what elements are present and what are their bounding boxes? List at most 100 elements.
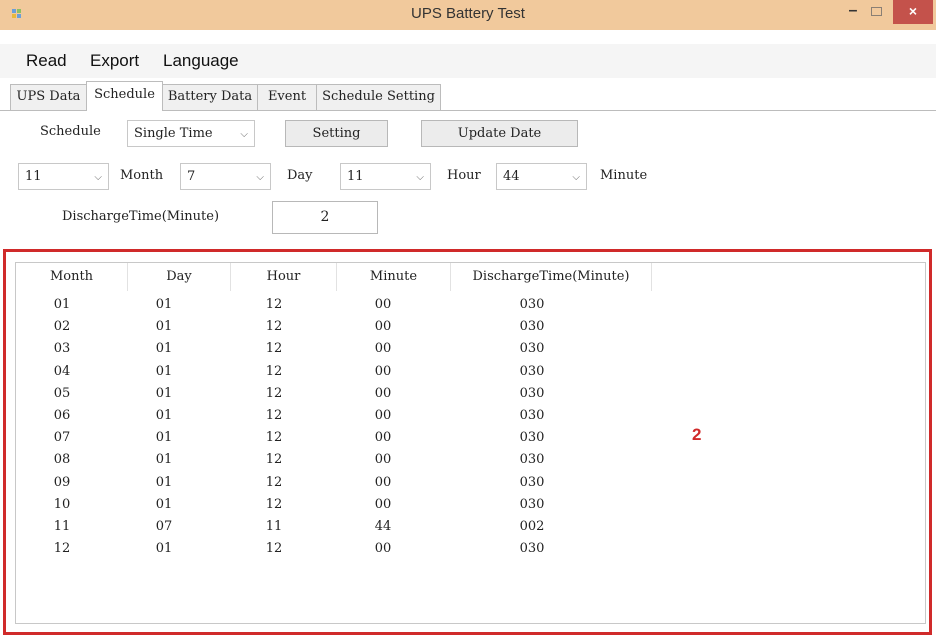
schedule-select-value: Single Time	[134, 126, 213, 141]
table-cell: 09	[53, 474, 71, 490]
schedule-table-highlight: Month Day Hour Minute DischargeTime(Minu…	[3, 249, 932, 635]
table-cell: 030	[519, 430, 545, 446]
month-label: Month	[120, 168, 164, 183]
column-header-minute[interactable]: Minute	[337, 263, 451, 291]
minute-select[interactable]: 44 ⌵	[496, 163, 587, 190]
table-row[interactable]: 11 07 11 44 002	[16, 516, 925, 538]
tab-schedule-setting[interactable]: Schedule Setting	[316, 84, 441, 110]
table-row[interactable]: 02 01 12 00 030	[16, 316, 925, 338]
table-cell: 12	[265, 430, 283, 446]
chevron-down-icon: ⌵	[416, 172, 424, 183]
table-cell: 12	[265, 496, 283, 512]
menu-read[interactable]: Read	[26, 51, 67, 71]
table-cell: 12	[53, 541, 71, 557]
table-cell: 030	[519, 541, 545, 557]
table-row[interactable]: 12 01 12 00 030	[16, 538, 925, 560]
update-date-button[interactable]: Update Date	[421, 120, 578, 147]
table-cell: 002	[519, 519, 545, 534]
month-select[interactable]: 11 ⌵	[18, 163, 109, 190]
title-bar: UPS Battery Test – ×	[0, 0, 936, 30]
callout-number: 2	[692, 425, 702, 444]
minute-label: Minute	[600, 168, 648, 183]
hour-label: Hour	[447, 168, 481, 183]
table-cell: 030	[519, 341, 545, 357]
discharge-time-label: DischargeTime(Minute)	[62, 209, 220, 224]
tab-strip: UPS Data Schedule Battery Data Event Sch…	[0, 80, 936, 111]
table-row[interactable]: 08 01 12 00 030	[16, 449, 925, 471]
maximize-button[interactable]	[866, 0, 886, 24]
table-cell: 00	[374, 385, 392, 401]
table-cell: 01	[155, 430, 173, 446]
table-cell: 030	[519, 319, 545, 335]
table-cell: 44	[374, 519, 392, 534]
table-cell: 030	[519, 452, 545, 468]
day-label: Day	[287, 168, 313, 183]
table-cell: 00	[374, 341, 392, 357]
schedule-table[interactable]: Month Day Hour Minute DischargeTime(Minu…	[15, 262, 926, 624]
table-cell: 00	[374, 430, 392, 446]
table-cell: 11	[265, 519, 283, 534]
table-cell: 00	[374, 541, 392, 557]
table-cell: 11	[53, 519, 71, 534]
table-row[interactable]: 05 01 12 00 030	[16, 383, 925, 405]
table-cell: 12	[265, 363, 283, 379]
table-cell: 12	[265, 297, 283, 312]
table-cell: 030	[519, 496, 545, 512]
table-cell: 01	[155, 408, 173, 423]
table-cell: 12	[265, 541, 283, 557]
table-cell: 07	[155, 519, 173, 534]
minute-select-value: 44	[503, 169, 520, 184]
table-cell: 12	[265, 319, 283, 335]
day-select-value: 7	[187, 169, 196, 184]
table-cell: 04	[53, 363, 71, 379]
table-row[interactable]: 07 01 12 00 030	[16, 427, 925, 449]
table-cell: 01	[155, 496, 173, 512]
close-button[interactable]: ×	[893, 0, 933, 24]
table-cell: 030	[519, 297, 545, 312]
table-cell: 030	[519, 408, 545, 423]
menu-export[interactable]: Export	[90, 51, 139, 71]
discharge-time-input[interactable]: 2	[272, 201, 378, 234]
table-cell: 00	[374, 452, 392, 468]
table-cell: 10	[53, 496, 71, 512]
table-row[interactable]: 10 01 12 00 030	[16, 494, 925, 516]
table-row[interactable]: 03 01 12 00 030	[16, 338, 925, 360]
table-cell: 05	[53, 385, 71, 401]
tab-battery-data[interactable]: Battery Data	[162, 84, 258, 110]
table-cell: 01	[155, 319, 173, 335]
chevron-down-icon: ⌵	[240, 129, 248, 140]
column-header-discharge-time[interactable]: DischargeTime(Minute)	[451, 263, 652, 291]
hour-select-value: 11	[347, 169, 364, 184]
column-header-day[interactable]: Day	[128, 263, 231, 291]
table-cell: 01	[155, 297, 173, 312]
schedule-select[interactable]: Single Time ⌵	[127, 120, 255, 147]
setting-button[interactable]: Setting	[285, 120, 388, 147]
table-cell: 030	[519, 385, 545, 401]
table-cell: 03	[53, 341, 71, 357]
window-title: UPS Battery Test	[411, 5, 525, 22]
table-row[interactable]: 01 01 12 00 030	[16, 294, 925, 316]
table-cell: 12	[265, 474, 283, 490]
table-cell: 01	[155, 341, 173, 357]
menu-language[interactable]: Language	[163, 51, 239, 71]
tab-schedule[interactable]: Schedule	[86, 81, 163, 111]
column-header-month[interactable]: Month	[16, 263, 128, 291]
tab-event[interactable]: Event	[257, 84, 317, 110]
table-cell: 00	[374, 297, 392, 312]
table-cell: 01	[155, 474, 173, 490]
table-row[interactable]: 09 01 12 00 030	[16, 472, 925, 494]
table-cell: 07	[53, 430, 71, 446]
day-select[interactable]: 7 ⌵	[180, 163, 271, 190]
month-select-value: 11	[25, 169, 42, 184]
chevron-down-icon: ⌵	[572, 172, 580, 183]
table-header: Month Day Hour Minute DischargeTime(Minu…	[16, 263, 925, 291]
table-row[interactable]: 06 01 12 00 030	[16, 405, 925, 427]
table-row[interactable]: 04 01 12 00 030	[16, 361, 925, 383]
column-header-hour[interactable]: Hour	[231, 263, 337, 291]
tab-ups-data[interactable]: UPS Data	[10, 84, 87, 110]
table-cell: 030	[519, 474, 545, 490]
minimize-button[interactable]: –	[843, 0, 863, 24]
hour-select[interactable]: 11 ⌵	[340, 163, 431, 190]
chevron-down-icon: ⌵	[256, 172, 264, 183]
table-cell: 00	[374, 474, 392, 490]
